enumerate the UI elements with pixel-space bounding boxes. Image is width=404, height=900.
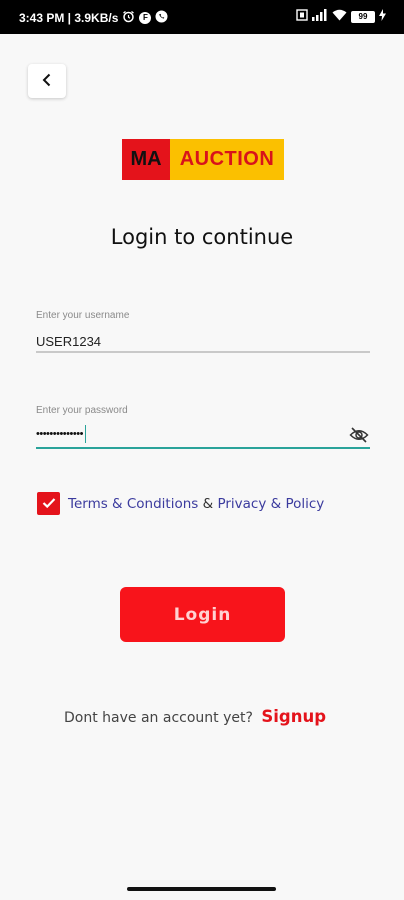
status-left: 3:43 PM | 3.9KB/s F bbox=[19, 10, 168, 26]
signup-row: Dont have an account yet? Signup bbox=[64, 707, 326, 726]
signal-icon bbox=[312, 9, 328, 24]
terms-link[interactable]: Terms & Conditions bbox=[68, 496, 198, 512]
status-time-speed: 3:43 PM | 3.9KB/s bbox=[19, 11, 119, 25]
password-value: •••••••••••••• bbox=[36, 428, 83, 440]
f-icon: F bbox=[139, 12, 152, 24]
password-underline bbox=[36, 447, 370, 449]
logo-auction: AUCTION bbox=[170, 139, 284, 180]
battery-icon: 99 bbox=[351, 10, 375, 23]
page-title: Login to continue bbox=[110, 225, 294, 249]
password-label: Enter your password bbox=[36, 405, 128, 416]
password-input[interactable]: •••••••••••••• bbox=[36, 423, 370, 447]
charging-icon bbox=[379, 9, 386, 24]
terms-checkbox[interactable] bbox=[37, 492, 60, 515]
back-arrow-icon bbox=[41, 72, 53, 91]
check-icon bbox=[42, 494, 56, 513]
username-label: Enter your username bbox=[36, 310, 130, 321]
username-underline bbox=[36, 351, 370, 353]
signup-link[interactable]: Signup bbox=[261, 707, 326, 726]
status-right: 99 bbox=[296, 9, 386, 24]
back-button[interactable] bbox=[28, 64, 66, 98]
privacy-link[interactable]: Privacy & Policy bbox=[217, 496, 324, 512]
whatsapp-icon bbox=[155, 10, 168, 26]
text-cursor bbox=[84, 425, 87, 444]
vibrate-icon bbox=[296, 9, 308, 24]
login-button[interactable]: Login bbox=[120, 587, 285, 642]
terms-and: & bbox=[202, 496, 214, 512]
home-indicator[interactable] bbox=[127, 887, 276, 891]
logo-ma: MA bbox=[122, 139, 170, 180]
terms-row: Terms & Conditions & Privacy & Policy bbox=[68, 496, 324, 512]
alarm-icon bbox=[122, 10, 135, 26]
status-bar: 3:43 PM | 3.9KB/s F 99 bbox=[0, 0, 404, 34]
wifi-icon bbox=[332, 9, 347, 24]
eye-off-icon[interactable] bbox=[349, 426, 369, 444]
ma-auction-logo: MA AUCTION bbox=[122, 139, 284, 180]
signup-question: Dont have an account yet? bbox=[64, 710, 253, 726]
